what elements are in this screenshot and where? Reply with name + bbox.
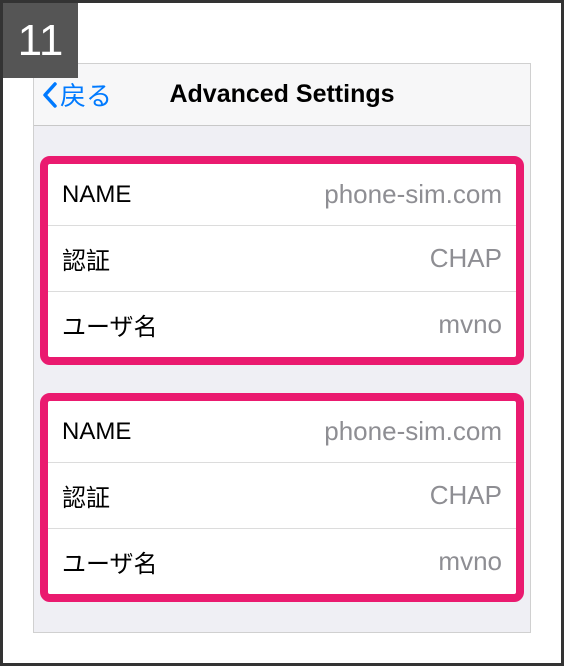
- setting-row[interactable]: ユーザ名 mvno: [48, 529, 516, 594]
- back-button[interactable]: 戻る: [34, 76, 112, 113]
- setting-label: ユーザ名: [62, 307, 158, 342]
- ios-settings-screen: 戻る Advanced Settings NAME phone-sim.com …: [33, 63, 531, 633]
- setting-row[interactable]: 認証 CHAP: [48, 463, 516, 529]
- tutorial-step-frame: 11 戻る Advanced Settings NAME phone-sim.c…: [0, 0, 564, 666]
- setting-label: NAME: [62, 181, 131, 209]
- settings-group-highlighted: NAME phone-sim.com 認証 CHAP ユーザ名 mvno: [40, 393, 524, 602]
- setting-row[interactable]: 認証 CHAP: [48, 226, 516, 292]
- setting-value: mvno: [438, 546, 502, 577]
- setting-value: phone-sim.com: [324, 416, 502, 447]
- setting-label: 認証: [62, 478, 110, 513]
- setting-value: CHAP: [430, 243, 502, 274]
- setting-value: phone-sim.com: [324, 179, 502, 210]
- setting-value: CHAP: [430, 480, 502, 511]
- setting-row[interactable]: NAME phone-sim.com: [48, 401, 516, 463]
- settings-content: NAME phone-sim.com 認証 CHAP ユーザ名 mvno NAM…: [34, 126, 530, 602]
- setting-label: 認証: [62, 241, 110, 276]
- settings-group-highlighted: NAME phone-sim.com 認証 CHAP ユーザ名 mvno: [40, 156, 524, 365]
- step-number-badge: 11: [3, 3, 78, 78]
- back-label: 戻る: [60, 76, 112, 113]
- setting-label: NAME: [62, 418, 131, 446]
- step-number: 11: [18, 16, 64, 66]
- setting-label: ユーザ名: [62, 544, 158, 579]
- chevron-left-icon: [42, 82, 58, 108]
- setting-value: mvno: [438, 309, 502, 340]
- setting-row[interactable]: ユーザ名 mvno: [48, 292, 516, 357]
- navigation-bar: 戻る Advanced Settings: [34, 64, 530, 126]
- setting-row[interactable]: NAME phone-sim.com: [48, 164, 516, 226]
